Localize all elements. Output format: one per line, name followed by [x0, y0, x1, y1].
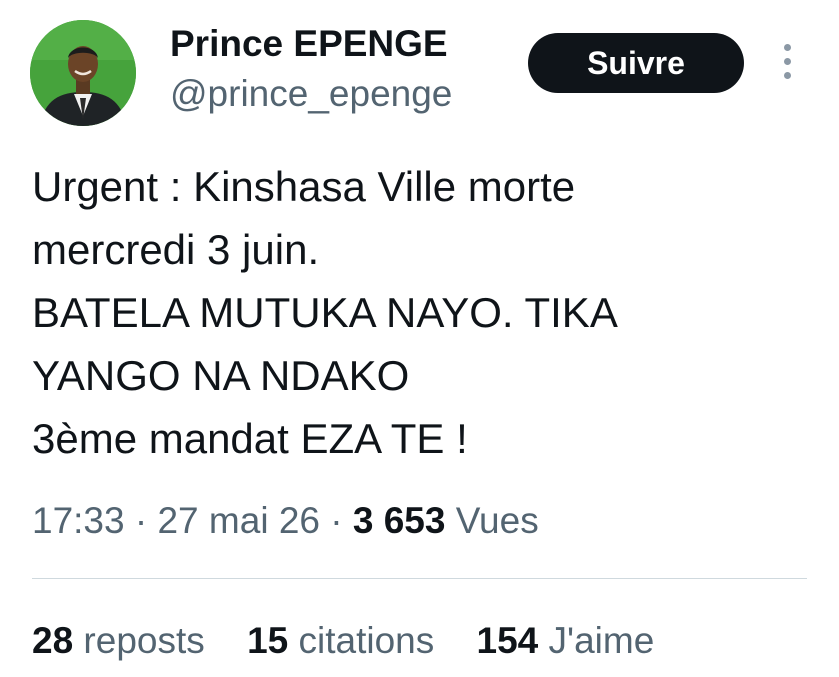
tweet-time[interactable]: 17:33 [32, 500, 125, 541]
reposts-count: 28 [32, 620, 74, 661]
meta-separator: · [124, 500, 158, 541]
tweet-line: Urgent : Kinshasa Ville morte [32, 163, 576, 210]
follow-button[interactable]: Suivre [528, 33, 744, 93]
likes-count: 154 [476, 620, 539, 661]
quotes-stat[interactable]: 15 citations [247, 620, 434, 661]
divider [32, 578, 807, 579]
meta-separator: · [319, 500, 353, 541]
views-label: Vues [445, 500, 539, 541]
tweet-line: BATELA MUTUKA NAYO. TIKA [32, 289, 618, 336]
tweet-line: mercredi 3 juin. [32, 226, 320, 273]
tweet-text: Urgent : Kinshasa Ville morte mercredi 3… [32, 155, 812, 470]
tweet-line: 3ème mandat EZA TE ! [32, 415, 468, 462]
avatar[interactable] [30, 20, 136, 126]
quotes-label: citations [288, 620, 435, 661]
reposts-label: reposts [73, 620, 205, 661]
tweet-meta: 17:33 · 27 mai 26 · 3 653 Vues [32, 497, 539, 545]
likes-label: J'aime [538, 620, 655, 661]
tweet-stats: 28 reposts 15 citations 154 J'aime [32, 617, 686, 665]
tweet-date[interactable]: 27 mai 26 [157, 500, 320, 541]
profile-photo-icon [30, 20, 136, 126]
tweet-line: YANGO NA NDAKO [32, 352, 410, 399]
more-vertical-icon[interactable] [778, 42, 798, 82]
quotes-count: 15 [247, 620, 289, 661]
author-handle[interactable]: @prince_epenge [170, 72, 452, 116]
reposts-stat[interactable]: 28 reposts [32, 620, 205, 661]
author-display-name[interactable]: Prince EPENGE [170, 22, 448, 66]
likes-stat[interactable]: 154 J'aime [477, 620, 655, 661]
views-count: 3 653 [352, 500, 446, 541]
